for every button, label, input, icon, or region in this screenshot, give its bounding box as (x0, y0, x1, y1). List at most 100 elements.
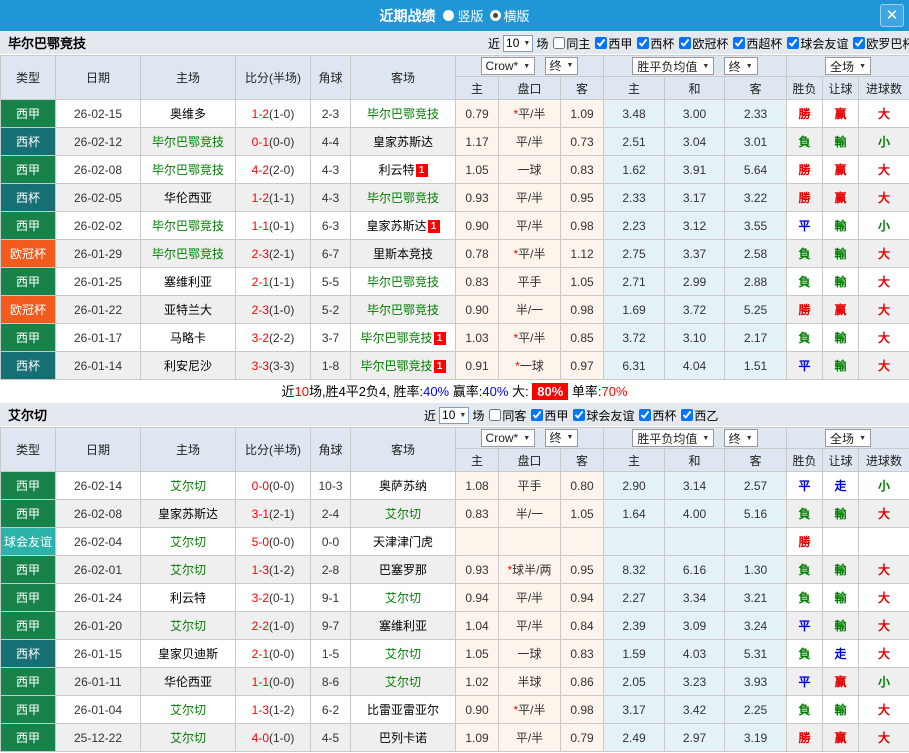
team-name-link[interactable]: 艾尔切 (170, 619, 206, 633)
sub-header-handicap-result: 让球 (822, 76, 860, 100)
match-count-select[interactable]: 10 ▼ (503, 34, 534, 52)
team-name-link[interactable]: 艾尔切 (385, 507, 421, 521)
same-venue-checkbox[interactable] (489, 409, 502, 421)
team-name-link[interactable]: 天津津门虎 (373, 535, 433, 549)
score-cell: 1-1(0-1) (235, 211, 311, 240)
odds-time-dropdown[interactable]: 终 ▼ (544, 56, 579, 75)
team-name-link[interactable]: 皇家苏斯达 (373, 135, 433, 149)
match-scope-dropdown[interactable]: 全场 ▼ (825, 57, 871, 75)
team-name-link[interactable]: 毕尔巴鄂竞技 (360, 359, 432, 373)
team-name-link[interactable]: 毕尔巴鄂竞技 (152, 247, 224, 261)
home-odds-cell: 0.90 (455, 295, 499, 324)
close-button[interactable]: ✕ (880, 4, 904, 27)
league-filter-checkbox[interactable] (853, 37, 866, 49)
avg-odds-dropdown[interactable]: 胜平负均值 ▼ (632, 57, 715, 75)
date-cell: 26-01-04 (55, 695, 141, 724)
team-name-link[interactable]: 塞维利亚 (379, 619, 427, 633)
matches-table: 类型 日期 主场 比分(半场) 角球 客场 Crow* ▼ 终 ▼ 胜平负均值 ▼ 终… (0, 427, 909, 752)
team-name-link[interactable]: 巴列卡诺 (379, 731, 427, 745)
team-name-link[interactable]: 毕尔巴鄂竞技 (152, 163, 224, 177)
league-filter-checkbox[interactable] (679, 37, 692, 49)
league-filter-checkbox[interactable] (787, 37, 800, 49)
team-name-link[interactable]: 艾尔切 (385, 675, 421, 689)
team-name-link[interactable]: 毕尔巴鄂竞技 (152, 135, 224, 149)
league-filter-checkbox[interactable] (639, 409, 652, 421)
team-name-link[interactable]: 皇家苏斯达 (366, 219, 426, 233)
league-filter-checkbox[interactable] (681, 409, 694, 421)
match-row: 西甲 26-02-15 奥维多 1-2(1-0) 2-3 毕尔巴鄂竞技 0.79 *平/半 1.… (0, 99, 909, 128)
league-type-cell: 球会友谊 (0, 527, 56, 556)
halftime-score: (3-3) (269, 358, 295, 373)
col-header-score: 比分(半场) (235, 55, 311, 100)
odds-time-dropdown[interactable]: 终 ▼ (544, 428, 579, 447)
avg-away-cell: 1.51 (723, 351, 788, 380)
horizontal-layout-radio[interactable] (489, 10, 501, 21)
fulltime-score: 0-1 (251, 134, 269, 149)
home-team-cell: 利云特 (140, 583, 236, 612)
league-filter-checkbox[interactable] (637, 37, 650, 49)
team-name-link[interactable]: 艾尔切 (170, 563, 206, 577)
team-name-link[interactable]: 艾尔切 (170, 535, 206, 549)
away-odds-cell: 0.85 (560, 323, 604, 352)
team-name-link[interactable]: 毕尔巴鄂竞技 (367, 275, 439, 289)
team-name-link[interactable]: 利云特 (170, 591, 206, 605)
odds-company-dropdown[interactable]: Crow* ▼ (480, 57, 536, 76)
team-name-link[interactable]: 奥萨苏纳 (379, 479, 427, 493)
avg-home-cell: 1.59 (603, 639, 665, 668)
team-name-link[interactable]: 巴塞罗那 (379, 563, 427, 577)
odds-company-dropdown[interactable]: Crow* ▼ (480, 429, 536, 448)
halftime-score: (1-2) (269, 562, 295, 577)
avg-odds-dropdown[interactable]: 胜平负均值 ▼ (632, 429, 715, 447)
fulltime-score: 2-1 (251, 646, 269, 661)
team-name-link[interactable]: 毕尔巴鄂竞技 (360, 331, 432, 345)
date-cell: 26-02-01 (55, 555, 141, 584)
team-name-link[interactable]: 皇家苏斯达 (158, 507, 218, 521)
home-odds-cell: 1.17 (455, 127, 499, 156)
avg-time-dropdown[interactable]: 终 ▼ (723, 429, 758, 447)
goals-result-cell: 小 (858, 211, 909, 240)
team-name-link[interactable]: 艾尔切 (170, 703, 206, 717)
league-filter-checkbox[interactable] (733, 37, 746, 49)
handicap-result-cell: 輸 (822, 211, 860, 240)
team-name-link[interactable]: 毕尔巴鄂竞技 (367, 107, 439, 121)
avg-away-cell: 3.93 (723, 667, 788, 696)
goals-result-cell: 大 (858, 155, 909, 184)
team-name-link[interactable]: 比雷亚雷亚尔 (367, 703, 439, 717)
avg-time-dropdown[interactable]: 终 ▼ (723, 57, 758, 75)
handicap-result-cell: 輸 (822, 323, 860, 352)
league-filter-checkbox[interactable] (573, 409, 586, 421)
league-filter-checkbox[interactable] (531, 409, 544, 421)
vertical-layout-radio[interactable] (443, 10, 455, 21)
team-name-link[interactable]: 马略卡 (170, 331, 206, 345)
team-name-link[interactable]: 艾尔切 (385, 591, 421, 605)
match-count-select[interactable]: 10 ▼ (439, 406, 470, 424)
team-name-link[interactable]: 毕尔巴鄂竞技 (367, 303, 439, 317)
league-filter-checkbox[interactable] (595, 37, 608, 49)
same-venue-checkbox[interactable] (553, 37, 566, 49)
team-name-link[interactable]: 奥维多 (170, 107, 206, 121)
team-name-link[interactable]: 毕尔巴鄂竞技 (152, 219, 224, 233)
match-scope-dropdown[interactable]: 全场 ▼ (825, 429, 871, 447)
score-cell: 2-1(0-0) (235, 639, 311, 668)
handicap-result-cell: 赢 (822, 295, 860, 324)
halftime-score: (0-0) (269, 674, 295, 689)
team-name-link[interactable]: 皇家贝迪斯 (158, 647, 218, 661)
scope-dropdown-group: 全场 ▼ (786, 55, 909, 77)
avg-away-cell: 3.22 (723, 183, 788, 212)
handicap-cell: 平/半 (498, 127, 561, 156)
team-name-link[interactable]: 毕尔巴鄂竞技 (367, 191, 439, 205)
team-name-link[interactable]: 艾尔切 (170, 479, 206, 493)
team-name-link[interactable]: 利云特 (378, 163, 414, 177)
team-name-link[interactable]: 利安尼沙 (164, 359, 212, 373)
team-name-link[interactable]: 里斯本竞技 (373, 247, 433, 261)
avg-away-cell: 2.33 (723, 99, 788, 128)
fulltime-score: 4-0 (251, 730, 269, 745)
team-name-link[interactable]: 亚特兰大 (164, 303, 212, 317)
halftime-score: (1-0) (269, 618, 295, 633)
avg-draw-cell: 3.10 (664, 323, 725, 352)
team-name-link[interactable]: 华伦西亚 (164, 675, 212, 689)
team-name-link[interactable]: 艾尔切 (385, 647, 421, 661)
team-name-link[interactable]: 艾尔切 (170, 731, 206, 745)
team-name-link[interactable]: 华伦西亚 (164, 191, 212, 205)
team-name-link[interactable]: 塞维利亚 (164, 275, 212, 289)
